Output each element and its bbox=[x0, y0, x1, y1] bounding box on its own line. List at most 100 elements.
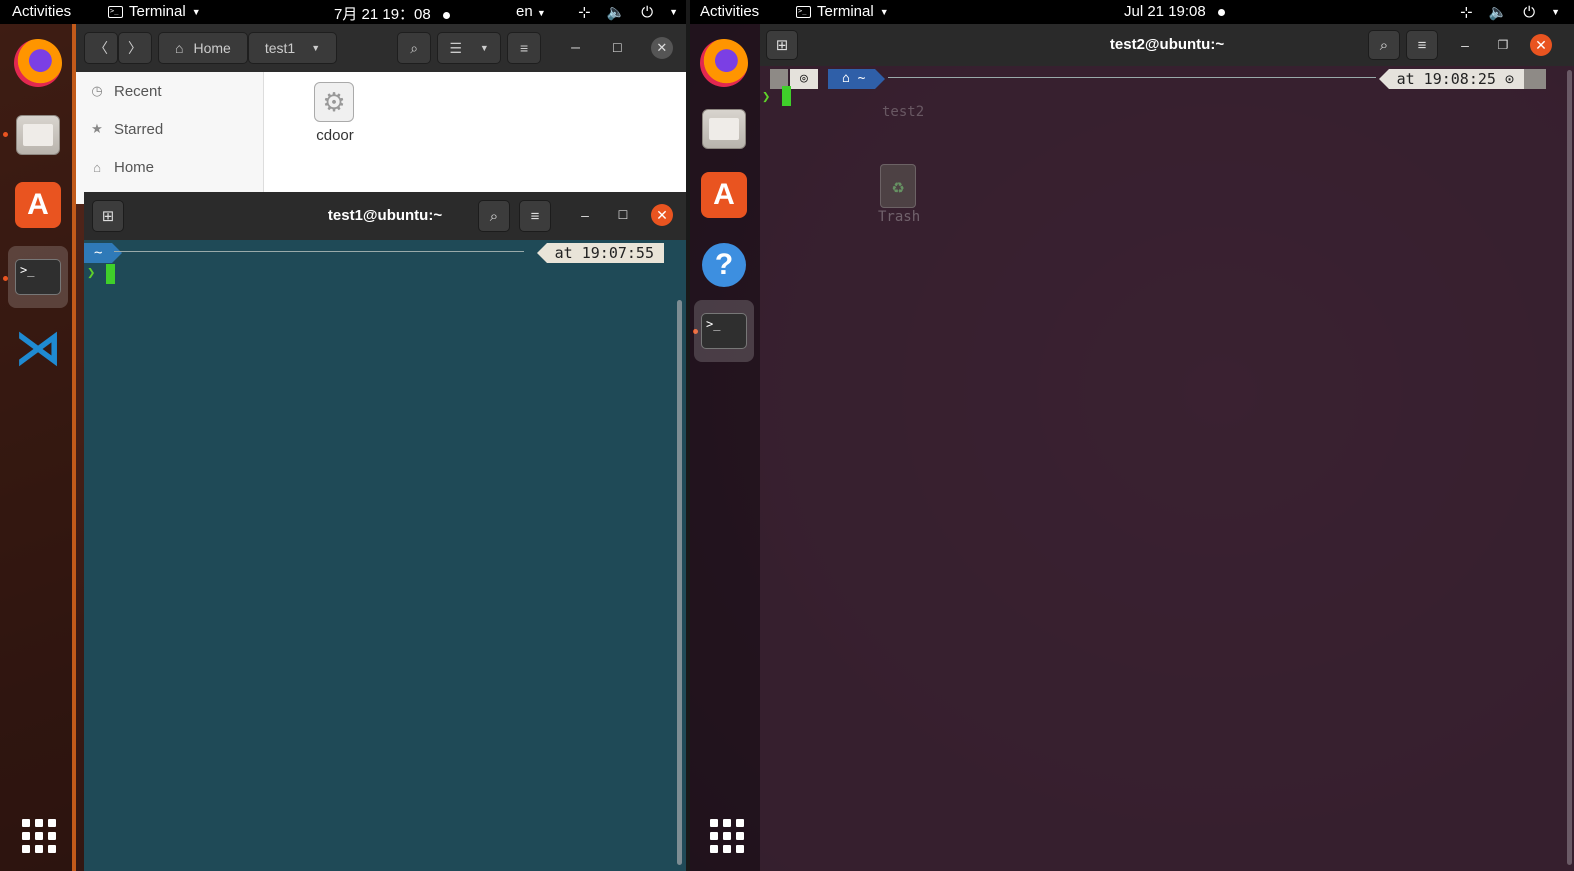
search-button[interactable]: ⌕ bbox=[397, 32, 432, 64]
software-store-icon: A bbox=[701, 172, 747, 218]
caret-down-icon: ▼ bbox=[1551, 7, 1561, 17]
sidebar-item-recent[interactable]: ◷ Recent bbox=[76, 72, 263, 110]
volume-icon: 🔈 bbox=[1488, 4, 1508, 21]
activities-button[interactable]: Activities bbox=[700, 3, 759, 20]
sidebar-item-label: Starred bbox=[114, 120, 164, 138]
clock-label: 7月 21 19：08 bbox=[334, 6, 431, 23]
files-header: 〈 〉 ⌂ Home test1 ▼ ⌕ ☰ ▼ ≡ – ☐ ✕ bbox=[76, 24, 686, 72]
volume-icon: 🔈 bbox=[606, 4, 626, 21]
sidebar-item-label: Recent bbox=[114, 82, 162, 100]
breadcrumb-home[interactable]: ⌂ Home bbox=[158, 32, 248, 64]
prompt-chevron-icon: ❯ bbox=[87, 265, 96, 281]
caret-down-icon: ▼ bbox=[879, 6, 889, 17]
system-menu[interactable]: ⊹ 🔈 ⏻ ▼ bbox=[578, 3, 679, 22]
language-indicator[interactable]: en ▼ bbox=[516, 3, 546, 20]
close-icon[interactable]: ✕ bbox=[651, 204, 673, 226]
top-bar: Activities >_ Terminal ▼ 7月 21 19：08 en … bbox=[0, 0, 686, 24]
clock[interactable]: Jul 21 19:08 bbox=[1124, 3, 1225, 20]
scrollbar[interactable] bbox=[1567, 70, 1572, 865]
search-button[interactable]: ⌕ bbox=[478, 200, 510, 232]
caret-down-icon: ▼ bbox=[536, 8, 546, 18]
prompt-time: at 19:07:55 bbox=[536, 243, 664, 263]
breadcrumb-current[interactable]: test1 ▼ bbox=[247, 32, 338, 64]
files-icon bbox=[702, 109, 746, 149]
hamburger-icon: ≡ bbox=[530, 207, 540, 225]
dock-firefox[interactable] bbox=[694, 32, 754, 94]
software-store-icon: A bbox=[15, 182, 61, 228]
text-cursor bbox=[782, 86, 791, 106]
scrollbar[interactable] bbox=[677, 300, 682, 865]
files-content: ⚙ cdoor bbox=[264, 72, 686, 204]
view-toggle[interactable]: ☰ ▼ bbox=[437, 32, 502, 64]
forward-button[interactable]: 〉 bbox=[118, 32, 152, 64]
dock: A >_ ⋊ bbox=[0, 24, 76, 871]
help-icon: ? bbox=[702, 243, 746, 287]
maximize-icon[interactable]: ☐ bbox=[612, 204, 634, 226]
clock-label: Jul 21 19:08 bbox=[1124, 3, 1206, 20]
minimize-icon[interactable]: – bbox=[571, 39, 580, 57]
home-icon: ⌂ bbox=[842, 71, 850, 86]
minimize-icon[interactable]: – bbox=[574, 204, 596, 226]
star-icon: ★ bbox=[91, 121, 103, 136]
executable-file-icon[interactable]: ⚙ bbox=[314, 82, 354, 122]
menu-button[interactable]: ≡ bbox=[519, 200, 551, 232]
system-menu[interactable]: ⊹ 🔈 ⏻ ▼ bbox=[1460, 3, 1561, 22]
chevron-left-icon: 〈 bbox=[94, 40, 108, 56]
back-button[interactable]: 〈 bbox=[84, 32, 118, 64]
terminal-icon: >_ bbox=[15, 259, 61, 295]
prompt-chevron-icon: ❯ bbox=[762, 89, 771, 105]
vscode-icon: ⋊ bbox=[14, 322, 62, 375]
files-sidebar: ◷ Recent ★ Starred ⌂ Home bbox=[76, 72, 264, 204]
dock: A ? >_ bbox=[690, 24, 760, 871]
text-cursor bbox=[106, 264, 115, 284]
file-label[interactable]: cdoor bbox=[304, 127, 366, 144]
sidebar-item-starred[interactable]: ★ Starred bbox=[76, 110, 263, 148]
show-apps-icon[interactable] bbox=[22, 819, 56, 853]
dock-software[interactable]: A bbox=[694, 164, 754, 226]
terminal-body[interactable]: test2 ◎ ⌂ ~ at 19:08:25 ⊙ ❯ ♻ Trash bbox=[760, 24, 1574, 871]
show-apps-icon[interactable] bbox=[710, 819, 744, 853]
dock-help[interactable]: ? bbox=[694, 234, 754, 296]
home-icon: ⌂ bbox=[93, 159, 101, 175]
clock-icon: ◷ bbox=[91, 83, 103, 98]
prompt-rule bbox=[114, 251, 524, 252]
desktop-ghost-label: test2 bbox=[882, 104, 925, 120]
trash-label[interactable]: Trash bbox=[878, 209, 920, 225]
terminal-icon: >_ bbox=[108, 5, 123, 18]
terminal-body[interactable]: ~ at 19:07:55 ❯ bbox=[84, 240, 686, 871]
menu-button[interactable]: ≡ bbox=[507, 32, 542, 64]
dock-files[interactable] bbox=[8, 104, 68, 166]
dock-vscode[interactable]: ⋊ bbox=[8, 318, 68, 380]
prompt-time: at 19:08:25 ⊙ bbox=[1378, 69, 1524, 89]
app-menu[interactable]: >_ Terminal ▼ bbox=[108, 3, 201, 20]
caret-down-icon: ▼ bbox=[669, 7, 679, 17]
close-icon[interactable]: ✕ bbox=[650, 37, 673, 59]
hamburger-icon: ≡ bbox=[520, 40, 529, 56]
caret-down-icon: ▼ bbox=[479, 43, 489, 53]
right-screen: Activities >_ Terminal ▼ Jul 21 19:08 ⊹ … bbox=[690, 0, 1574, 871]
activities-button[interactable]: Activities bbox=[12, 3, 71, 20]
prompt-line: ~ at 19:07:55 bbox=[84, 241, 664, 263]
home-icon: ⌂ bbox=[175, 40, 184, 56]
dock-terminal[interactable]: >_ bbox=[8, 246, 68, 308]
list-view-icon: ☰ bbox=[449, 39, 462, 56]
app-menu[interactable]: >_ Terminal ▼ bbox=[796, 3, 889, 20]
sidebar-item-label: Home bbox=[114, 158, 155, 176]
firefox-icon bbox=[700, 39, 748, 87]
power-icon: ⏻ bbox=[641, 3, 654, 21]
left-screen: Activities >_ Terminal ▼ 7月 21 19：08 en … bbox=[0, 0, 686, 871]
prompt-directory-label: ~ bbox=[857, 71, 866, 86]
language-label: en bbox=[516, 3, 533, 20]
dock-software[interactable]: A bbox=[8, 174, 68, 236]
dock-terminal[interactable]: >_ bbox=[694, 300, 754, 362]
dock-files[interactable] bbox=[694, 98, 754, 160]
files-window: 〈 〉 ⌂ Home test1 ▼ ⌕ ☰ ▼ ≡ – ☐ ✕ ◷ Recent ★ S… bbox=[76, 24, 686, 204]
sidebar-item-home[interactable]: ⌂ Home bbox=[76, 148, 263, 186]
maximize-icon[interactable]: ☐ bbox=[612, 41, 623, 55]
clock[interactable]: 7月 21 19：08 bbox=[334, 3, 450, 24]
trash-icon[interactable]: ♻ bbox=[880, 164, 916, 208]
power-icon: ⏻ bbox=[1523, 3, 1536, 21]
prompt-rule bbox=[888, 77, 1376, 78]
dock-firefox[interactable] bbox=[8, 32, 68, 94]
caret-down-icon: ▼ bbox=[191, 6, 201, 17]
